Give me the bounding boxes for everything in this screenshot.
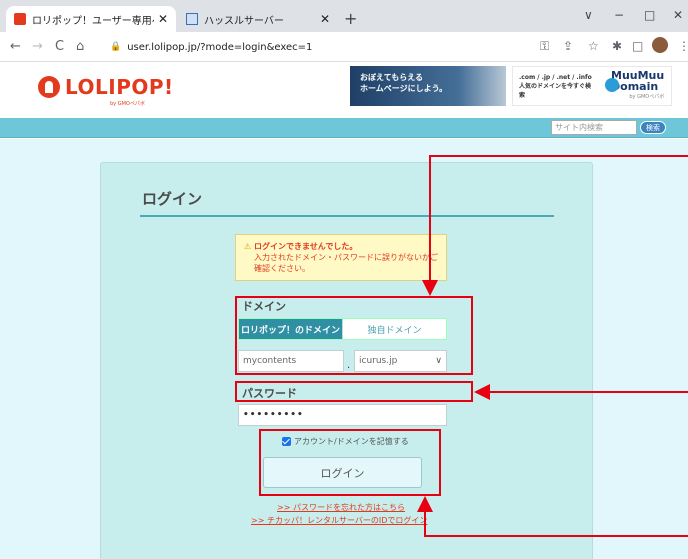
login-highlight-frame [259,429,441,496]
lolipop-favicon-icon [14,13,26,25]
tab-lolipop-user[interactable]: ロリポップ！ユーザー専用ページ ✕ [6,6,176,32]
banner2-brand1: MuuMuu [611,68,665,82]
error-message: ⚠ ログインできませんでした。 入力されたドメイン・パスワードに誤りがないかご確… [235,234,447,281]
share-icon[interactable]: ⇪ [563,39,573,53]
site-search-button[interactable]: 検索 [640,121,666,134]
site-header: LOLIPOP! by GMOペパボ おぼえてもらえる ホームページにしよう。 … [0,62,688,118]
sidepanel-icon[interactable]: □ [632,39,643,53]
banner2-line1: .com / .jp / .net / .info [519,73,592,81]
key-icon[interactable]: ⚿ [540,39,549,54]
tab-hustle-server[interactable]: ハッスルサーバー ✕ [178,6,338,32]
forward-button[interactable]: → [32,39,43,54]
muumuu-banner[interactable]: .com / .jp / .net / .info 人気のドメインを今すぐ検索 … [512,66,672,106]
lolipop-logo[interactable]: LOLIPOP! by GMOペパボ [38,75,174,107]
banner2-brand-sub: by GMOペパボ [629,93,665,100]
error-head: ログインできませんでした。 [253,242,358,251]
muumuu-logo-icon [605,78,619,92]
password-highlight-frame [235,381,473,402]
password-input[interactable]: ••••••••• [238,404,447,426]
banner1-line2: ホームページにしよう。 [360,84,448,93]
warning-icon: ⚠ [244,242,252,251]
back-button[interactable]: ← [10,39,21,54]
tab-search-icon[interactable]: ∨ [584,8,593,22]
tab-title: ハッスルサーバー [204,15,284,27]
title-divider [140,215,554,217]
chikappa-login-link[interactable]: >> チカッパ！レンタルサーバーのIDでログイン [251,515,427,526]
close-tab-icon[interactable]: ✕ [158,12,168,26]
profile-avatar-icon[interactable] [652,37,668,53]
domain-highlight-frame [235,296,473,375]
error-body: 入力されたドメイン・パスワードに誤りがないかご確認ください。 [254,253,438,273]
reload-button[interactable]: C [55,39,64,54]
banner2-brand2: Domain [611,79,659,93]
lolipop-logo-icon [38,76,60,98]
hustle-favicon-icon [186,13,198,25]
url-text: user.lolipop.jp/?mode=login&exec=1 [127,41,313,53]
banner2-line2: 人気のドメインを今すぐ検索 [519,82,592,99]
address-toolbar: ← → C ⌂ 🔒 user.lolipop.jp/?mode=login&ex… [0,32,688,62]
site-search-input[interactable]: サイト内検索 [551,120,637,135]
forgot-password-link[interactable]: >> パスワードを忘れた方はこちら [277,502,405,513]
search-button-label: 検索 [646,124,660,132]
new-tab-button[interactable]: + [344,9,357,28]
logo-text: LOLIPOP! [65,75,174,99]
url-bar[interactable]: 🔒 user.lolipop.jp/?mode=login&exec=1 [100,36,540,58]
star-icon[interactable]: ☆ [588,39,599,53]
maximize-button[interactable]: □ [644,8,655,22]
banner1-line1: おぼえてもらえる [360,73,423,82]
logo-sub: by GMOペパボ [110,101,145,107]
close-tab-icon[interactable]: ✕ [320,12,330,26]
lock-icon: 🔒 [110,42,122,52]
site-nav-bar: サイト内検索 検索 [0,118,688,138]
login-title: ログイン [142,190,203,208]
tab-strip: ロリポップ！ユーザー専用ページ ✕ ハッスルサーバー ✕ + ∨ − □ ✕ [0,0,688,32]
close-window-button[interactable]: ✕ [673,8,683,22]
menu-icon[interactable]: ⋮ [678,39,688,53]
homepage-banner[interactable]: おぼえてもらえる ホームページにしよう。 [350,66,506,106]
puzzle-icon[interactable]: ✱ [612,39,622,53]
tab-title: ロリポップ！ユーザー専用ページ [32,15,154,27]
home-button[interactable]: ⌂ [76,39,84,54]
minimize-button[interactable]: − [614,8,624,22]
